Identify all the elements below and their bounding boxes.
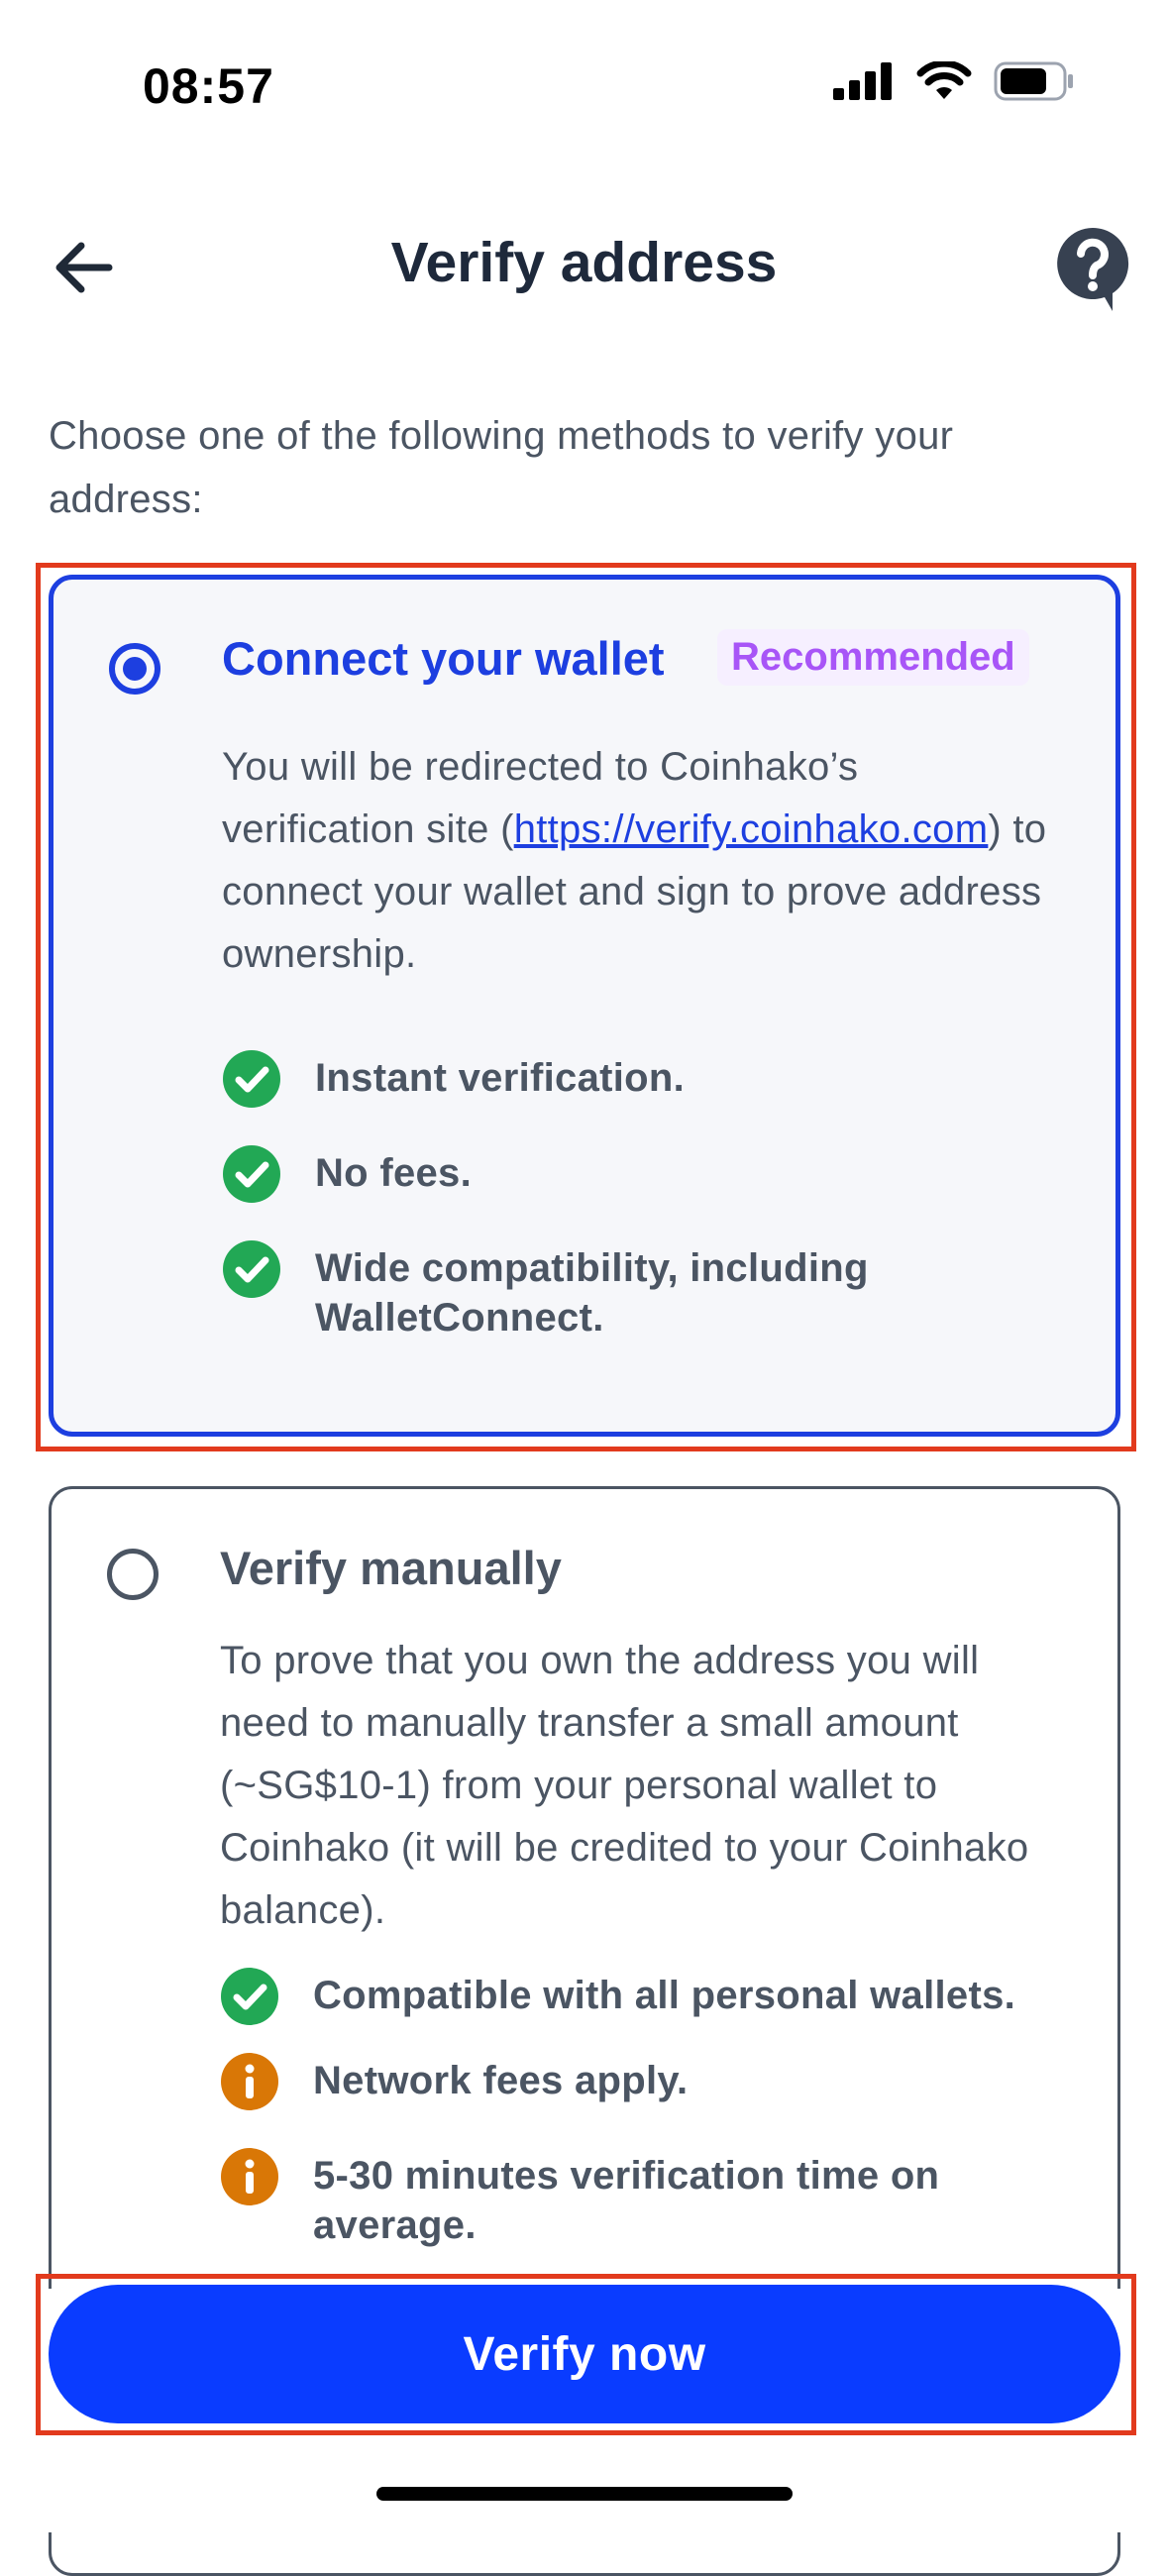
status-time: 08:57: [143, 58, 274, 114]
highlight-box-wallet-option: [36, 563, 1136, 1451]
feature-text: Compatible with all personal wallets.: [313, 1974, 1016, 2017]
header: Verify address: [0, 198, 1168, 337]
intro-text: Choose one of the following methods to v…: [49, 414, 954, 521]
battery-icon: [994, 61, 1073, 101]
feature-item: Network fees apply.: [220, 2053, 1072, 2110]
radio-unselected[interactable]: [107, 1549, 159, 1600]
info-circle-icon: [221, 2148, 278, 2205]
feature-text: 5-30 minutes verification time on averag…: [313, 2154, 940, 2247]
info-circle-icon: [221, 2053, 278, 2110]
wifi-icon: [916, 61, 972, 99]
status-bar: 08:57: [0, 0, 1168, 168]
page-title: Verify address: [390, 231, 778, 294]
feature-item: 5-30 minutes verification time on averag…: [220, 2148, 1072, 2250]
status-icons: [833, 61, 1075, 101]
help-button[interactable]: [1053, 224, 1132, 313]
highlight-box-verify-button: [36, 2274, 1136, 2435]
feature-list: Compatible with all personal wallets. Ne…: [220, 1968, 1072, 2250]
option-title: Verify manually: [220, 1542, 562, 1594]
feature-item: Compatible with all personal wallets.: [220, 1968, 1072, 2025]
home-indicator: [376, 2487, 793, 2501]
check-circle-icon: [221, 1968, 278, 2025]
cellular-signal-icon: [833, 62, 892, 100]
feature-text: Network fees apply.: [313, 2059, 689, 2102]
help-icon: [1057, 227, 1129, 311]
option-description: To prove that you own the address you wi…: [220, 1639, 1029, 1932]
